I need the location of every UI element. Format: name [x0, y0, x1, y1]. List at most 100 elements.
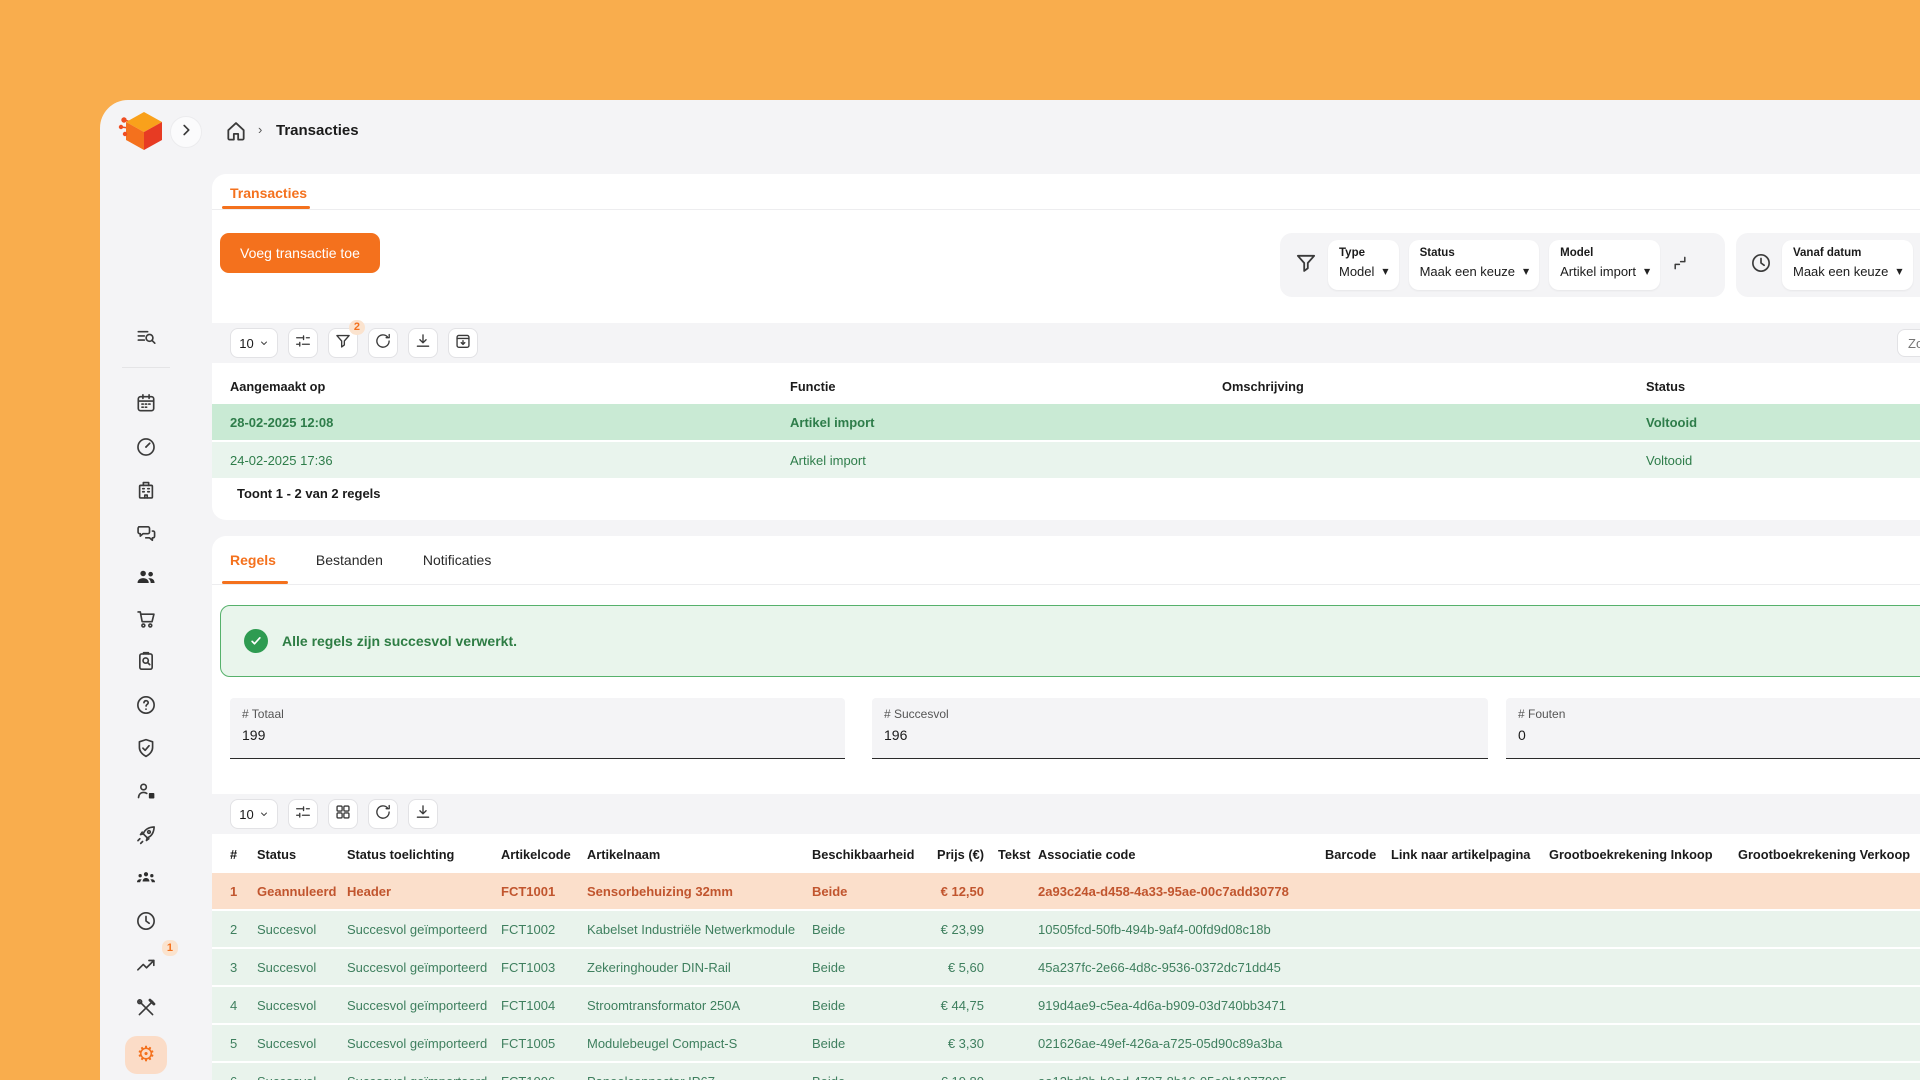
cell-status: Voltooid: [1646, 415, 1920, 430]
refresh-button[interactable]: [368, 799, 398, 829]
table-row[interactable]: 1GeannuleerdHeaderFCT1001Sensorbehuizing…: [212, 873, 1920, 909]
cell-associatie: 919d4ae9-c5ea-4d6a-b909-03d740bb3471: [1038, 998, 1325, 1013]
table-row[interactable]: 6SuccesvolSuccesvol geïmporteerdFCT1006P…: [212, 1063, 1920, 1080]
stat-label: # Succesvol: [884, 707, 1476, 721]
pivot-corners-icon[interactable]: [1670, 253, 1690, 278]
cell-artikelnaam: Sensorbehuizing 32mm: [587, 884, 812, 899]
type-filter-dropdown[interactable]: Type Model ▼: [1328, 240, 1399, 290]
status-filter-dropdown[interactable]: Status Maak een keuze▼: [1409, 240, 1540, 290]
cell-prijs: € 12,50: [930, 884, 992, 899]
chevron-down-icon: [259, 336, 269, 351]
cell-nr: 3: [230, 960, 257, 975]
sidebar-item-gauge[interactable]: [126, 432, 166, 466]
sidebar-item-rocket[interactable]: [126, 820, 166, 854]
stat-total: # Totaal 199: [230, 698, 845, 759]
chevron-down-icon: ▼: [1382, 267, 1388, 276]
table-footer: Toont 1 - 2 van 2 regels: [237, 486, 381, 501]
stat-errors: # Fouten 0: [1506, 698, 1920, 759]
download-button[interactable]: [408, 328, 438, 358]
model-filter-dropdown[interactable]: Model Artikel import▼: [1549, 240, 1660, 290]
search-input[interactable]: [1897, 329, 1920, 357]
sidebar-expand-button[interactable]: [170, 116, 202, 148]
tab-bestanden[interactable]: Bestanden: [316, 552, 383, 568]
filter-button[interactable]: 2: [328, 328, 358, 358]
sidebar-item-building[interactable]: [126, 475, 166, 509]
column-header: Status: [257, 847, 347, 862]
sidebar-item-list-search[interactable]: [126, 322, 166, 356]
add-transaction-button[interactable]: Voeg transactie toe: [220, 233, 380, 273]
table-row[interactable]: 2SuccesvolSuccesvol geïmporteerdFCT1002K…: [212, 911, 1920, 947]
sidebar-item-person-box[interactable]: [126, 776, 166, 810]
sidebar-item-tools[interactable]: [126, 993, 166, 1027]
cell-artikelcode: FCT1004: [501, 998, 587, 1013]
adjustments-button[interactable]: [288, 799, 318, 829]
cell-status: Succesvol: [257, 998, 347, 1013]
cell-artikelcode: FCT1005: [501, 1036, 587, 1051]
filter-value: Artikel import: [1560, 264, 1636, 279]
archive-export-button[interactable]: [448, 328, 478, 358]
page-size-select[interactable]: 10: [230, 328, 278, 358]
sidebar-item-clipboard-search[interactable]: [126, 646, 166, 680]
sidebar-item-users[interactable]: [126, 562, 166, 596]
sidebar-item-shield-check[interactable]: [126, 733, 166, 767]
table-row[interactable]: 4SuccesvolSuccesvol geïmporteerdFCT1004S…: [212, 987, 1920, 1023]
cell-artikelcode: FCT1001: [501, 884, 587, 899]
cell-status: Succesvol: [257, 1036, 347, 1051]
breadcrumb-separator: ›: [258, 122, 262, 137]
sidebar-item-trending[interactable]: 1: [126, 950, 166, 984]
column-header: Artikelnaam: [587, 847, 812, 862]
cell-prijs: € 19,80: [930, 1074, 992, 1080]
chevron-down-icon: ▼: [1644, 267, 1650, 276]
sidebar-item-chat[interactable]: [126, 518, 166, 552]
sidebar-item-cart[interactable]: [126, 604, 166, 638]
cell-associatie: 2a93c24a-d458-4a33-95ae-00c7add30778: [1038, 884, 1325, 899]
grid-button[interactable]: [328, 799, 358, 829]
cell-prijs: € 3,30: [930, 1036, 992, 1051]
from-date-filter-dropdown[interactable]: Vanaf datum Maak een keuze▼: [1782, 240, 1913, 290]
cell-artikelnaam: Kabelset Industriële Netwerkmodule: [587, 922, 812, 937]
page-size-value: 10: [239, 807, 253, 822]
table-row[interactable]: 5SuccesvolSuccesvol geïmporteerdFCT1005M…: [212, 1025, 1920, 1061]
cell-toelichting: Succesvol geïmporteerd: [347, 922, 501, 937]
refresh-button[interactable]: [368, 328, 398, 358]
refresh-icon: [374, 332, 392, 355]
list-search-icon: [135, 326, 157, 353]
breadcrumb-home-icon[interactable]: [224, 119, 248, 143]
table-row[interactable]: 3SuccesvolSuccesvol geïmporteerdFCT1003Z…: [212, 949, 1920, 985]
table-controls: 10: [212, 794, 1920, 834]
tab-transacties[interactable]: Transacties: [230, 185, 307, 201]
check-circle-icon: [244, 629, 268, 653]
sidebar-item-clock[interactable]: [126, 906, 166, 940]
filter-value: Model: [1339, 264, 1374, 279]
cell-prijs: € 23,99: [930, 922, 992, 937]
cell-beschikbaarheid: Beide: [812, 922, 930, 937]
page-size-value: 10: [239, 336, 253, 351]
trending-icon: [135, 954, 157, 981]
table-row[interactable]: 24-02-2025 17:36Artikel importVoltooid: [212, 442, 1920, 478]
sidebar-item-calendar[interactable]: [126, 388, 166, 422]
sidebar-item-gear[interactable]: ⚙: [125, 1036, 167, 1074]
sidebar-divider: [122, 367, 170, 368]
cell-artikelnaam: Modulebeugel Compact-S: [587, 1036, 812, 1051]
filter-funnel-icon: [1294, 251, 1318, 280]
cell-aangemaakt: 24-02-2025 17:36: [230, 453, 790, 468]
download-button[interactable]: [408, 799, 438, 829]
cell-toelichting: Succesvol geïmporteerd: [347, 1074, 501, 1080]
tab-notificaties[interactable]: Notificaties: [423, 552, 491, 568]
page-size-select[interactable]: 10: [230, 799, 278, 829]
cell-associatie: 021626ae-49ef-426a-a725-05d90c89a3ba: [1038, 1036, 1325, 1051]
app-card: 1⚙ › Transacties Transacties Voeg transa…: [100, 100, 1920, 1080]
alert-text: Alle regels zijn succesvol verwerkt.: [282, 633, 517, 649]
adjustments-button[interactable]: [288, 328, 318, 358]
building-icon: [135, 479, 157, 506]
app-logo: [118, 110, 166, 156]
sidebar-item-group[interactable]: [126, 863, 166, 897]
column-header: Prijs (€): [930, 847, 992, 862]
sidebar-item-help[interactable]: [126, 690, 166, 724]
users-icon: [135, 566, 157, 593]
column-header: Grootboekrekening Inkoop: [1549, 847, 1738, 862]
column-header: Link naar artikelpagina: [1391, 847, 1549, 862]
tab-regels[interactable]: Regels: [230, 552, 276, 568]
table-row[interactable]: 28-02-2025 12:08Artikel importVoltooid: [212, 404, 1920, 440]
filter-label: Type: [1339, 247, 1389, 259]
